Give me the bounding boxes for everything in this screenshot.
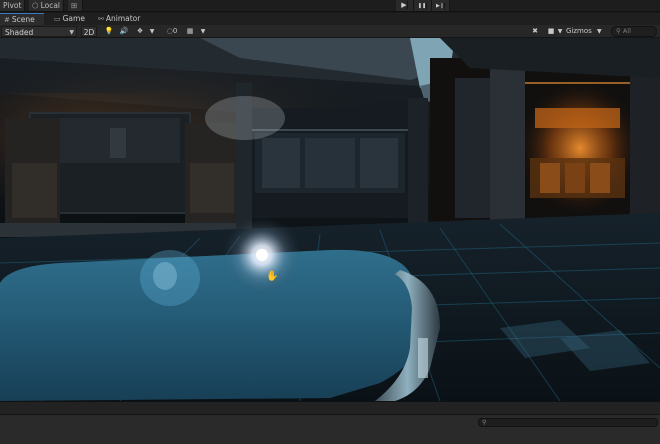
camera-dropdown-chevron-icon[interactable]: ▼: [556, 26, 564, 37]
search-placeholder: All: [622, 27, 631, 35]
playmode-controls: ▶ ❚❚ ▶❙: [396, 0, 450, 11]
toggle-2d-button[interactable]: 2D: [81, 26, 97, 37]
animator-tab-icon: ⚯: [98, 15, 104, 23]
pivot-label: Pivot: [3, 1, 22, 10]
search-icon: ⚲: [482, 419, 487, 426]
pause-icon: ❚❚: [417, 3, 428, 9]
hidden-objects-toggle[interactable]: ◌0: [161, 26, 183, 37]
local-label: Local: [40, 1, 61, 10]
project-search-input[interactable]: ⚲: [478, 418, 658, 427]
hidden-count: 0: [172, 27, 178, 35]
project-panel: ⚲: [0, 414, 660, 444]
editor-tab-bar: # Scene ▭ Game ⚯ Animator: [0, 13, 660, 25]
tools-icon[interactable]: ✖: [529, 26, 541, 37]
tab-animator[interactable]: ⚯ Animator: [94, 13, 144, 25]
hand-cursor-icon: ✋: [266, 271, 279, 282]
lighting-toggle-icon[interactable]: 💡: [103, 26, 115, 37]
pivot-toggle[interactable]: Pivot: [0, 0, 26, 11]
effects-dropdown-chevron-icon[interactable]: ▼: [147, 26, 157, 37]
audio-toggle-icon[interactable]: 🔊: [118, 26, 130, 37]
gizmos-label: Gizmos: [566, 27, 592, 35]
toggle-2d-label: 2D: [83, 28, 95, 37]
tab-scene-label: Scene: [11, 15, 35, 24]
grid-snap-icon: ⊞: [71, 1, 78, 10]
play-button[interactable]: ▶: [396, 0, 414, 11]
grid-toggle-icon[interactable]: ▦: [184, 26, 196, 37]
hierarchy-search-input[interactable]: ⚲ All: [611, 26, 657, 37]
play-icon: ▶: [401, 1, 408, 9]
tab-game-label: Game: [62, 14, 85, 23]
tab-scene[interactable]: # Scene: [0, 13, 44, 25]
game-tab-icon: ▭: [54, 15, 61, 23]
shading-mode-value: Shaded: [5, 28, 34, 37]
scene-tab-icon: #: [4, 16, 10, 24]
gizmos-dropdown[interactable]: Gizmos ▼: [566, 26, 610, 37]
pause-button[interactable]: ❚❚: [414, 0, 432, 11]
main-toolbar: Pivot ⬡ Local ⊞ ▶ ❚❚ ▶❙: [0, 0, 660, 12]
step-icon: ▶❙: [435, 3, 446, 9]
viewport-footer: [0, 401, 660, 414]
effects-toggle-icon[interactable]: ❖: [134, 26, 146, 37]
chevron-down-icon: ▼: [597, 28, 602, 35]
search-icon: ⚲: [616, 27, 621, 35]
scene-toolbar: Shaded ▼ 2D 💡 🔊 ❖ ▼ ◌0 ▦ ▼ ✖ ■ ▼ Gizmos …: [0, 25, 660, 38]
tab-animator-label: Animator: [105, 14, 141, 23]
shading-mode-dropdown[interactable]: Shaded ▼: [1, 26, 77, 37]
step-button[interactable]: ▶❙: [432, 0, 450, 11]
scene-viewport[interactable]: ✋: [0, 38, 660, 401]
local-toggle[interactable]: ⬡ Local: [29, 0, 65, 11]
tab-game[interactable]: ▭ Game: [50, 13, 89, 25]
scene-render: [0, 38, 660, 401]
chevron-down-icon: ▼: [69, 29, 74, 36]
grid-snap-button[interactable]: ⊞: [68, 0, 84, 11]
grid-dropdown-chevron-icon[interactable]: ▼: [198, 26, 208, 37]
local-icon: ⬡: [32, 1, 39, 10]
